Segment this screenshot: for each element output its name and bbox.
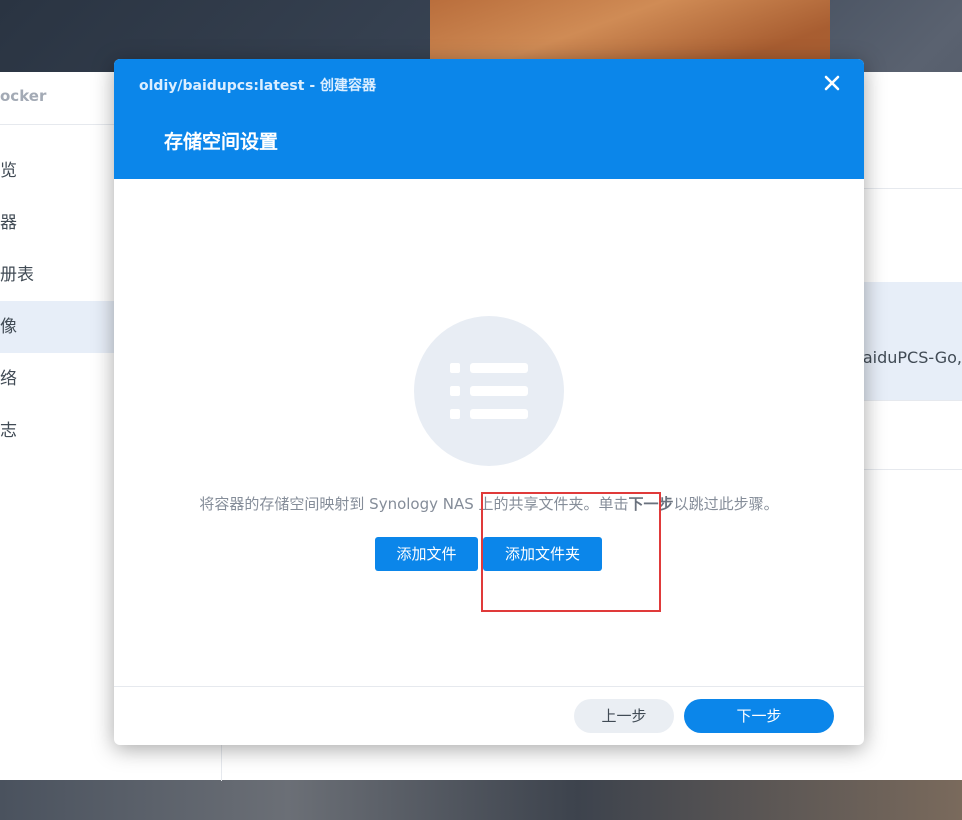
next-button[interactable]: 下一步 [684,699,834,733]
divider [114,686,864,687]
step-heading: 存储空间设置 [164,131,279,153]
description-text: 以跳过此步骤。 [673,495,779,513]
app-title: ocker [0,87,47,105]
description-next-step: 下一步 [628,495,674,513]
add-folder-button[interactable]: 添加文件夹 [483,537,602,571]
wallpaper-decoration [0,780,962,820]
sidebar-item-label: 册表 [0,265,34,285]
sidebar-item-label: 览 [0,161,17,181]
table-cell: aiduPCS-Go, [862,348,962,367]
list-icon [414,316,564,466]
create-container-dialog: oldiy/baidupcs:latest - 创建容器 存储空间设置 将容器的… [114,59,864,745]
previous-button[interactable]: 上一步 [574,699,674,733]
sidebar-item-label: 志 [0,421,17,441]
storage-description: 将容器的存储空间映射到 Synology NAS 上的共享文件夹。单击下一步以跳… [114,493,864,514]
add-file-button[interactable]: 添加文件 [375,537,478,571]
close-icon[interactable] [822,73,842,93]
sidebar-item-label: 器 [0,213,17,233]
dialog-title: oldiy/baidupcs:latest - 创建容器 [139,78,377,94]
description-text: 将容器的存储空间映射到 Synology NAS 上的共享文件夹。单击 [199,495,629,513]
sidebar-item-label: 络 [0,369,17,389]
dialog-header: oldiy/baidupcs:latest - 创建容器 存储空间设置 [114,59,864,179]
sidebar-item-label: 像 [0,317,17,337]
